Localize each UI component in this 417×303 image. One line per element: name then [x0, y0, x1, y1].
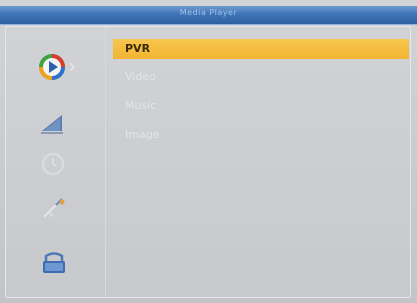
tools-icon[interactable]: [40, 193, 80, 223]
signal-icon[interactable]: [38, 109, 78, 139]
sidebar: [6, 27, 106, 297]
page-title: Media Player: [179, 8, 238, 17]
time-icon[interactable]: [39, 149, 79, 179]
game-icon[interactable]: [39, 249, 79, 279]
media-player-screen: Media Player PVR Video Music Image: [0, 0, 417, 303]
media-player-icon[interactable]: [36, 51, 76, 81]
main-panel: PVR Video Music Image: [5, 26, 411, 298]
menu-item-pvr[interactable]: PVR: [113, 39, 409, 59]
menu-item-video[interactable]: Video: [117, 67, 156, 87]
menu-item-image[interactable]: Image: [117, 125, 159, 145]
title-bar: Media Player: [0, 6, 417, 25]
menu-item-music[interactable]: Music: [117, 96, 156, 116]
menu-list: PVR Video Music Image: [107, 27, 410, 297]
